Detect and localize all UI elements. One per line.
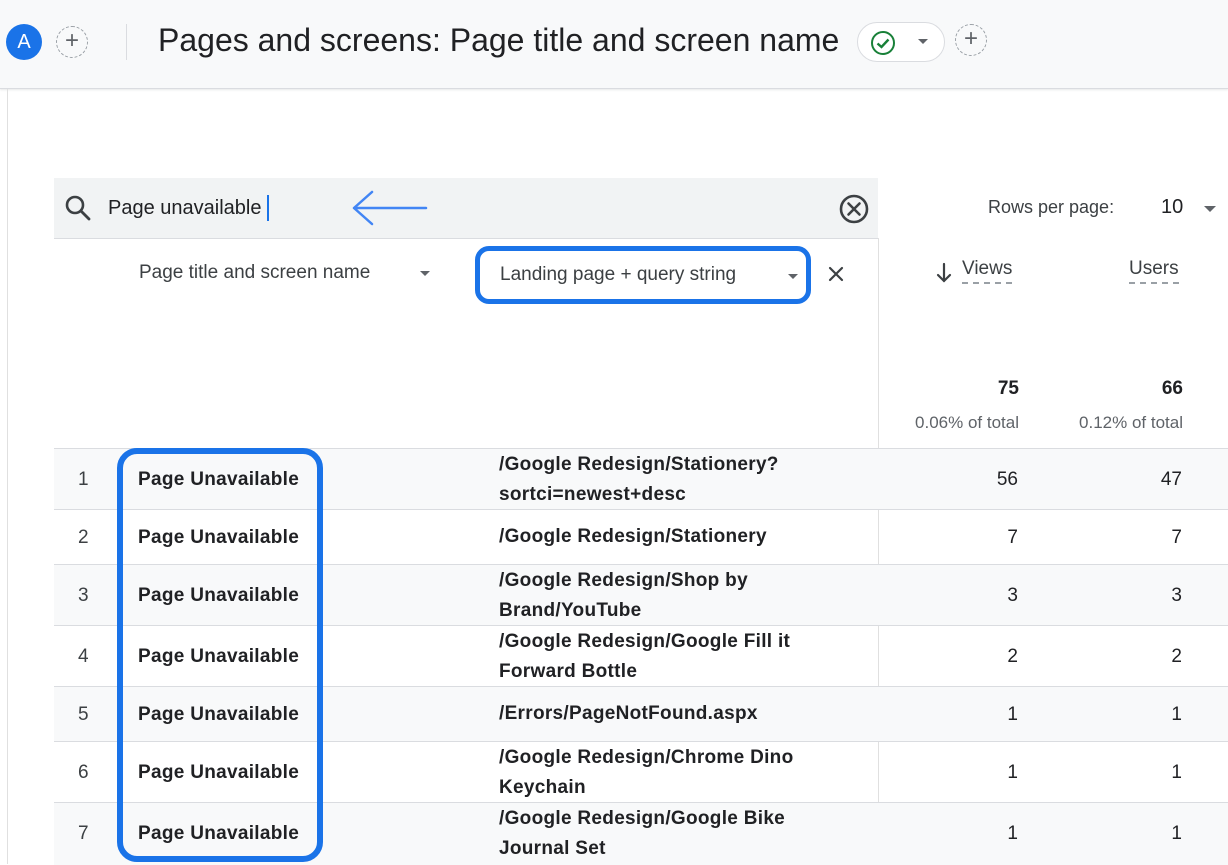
landing-page-cell: /Google Redesign/Google Bike Journal Set (499, 808, 786, 859)
row-index: 5 (78, 704, 89, 725)
chevron-down-icon[interactable] (418, 268, 432, 280)
table-row[interactable]: 1 Page Unavailable /Google Redesign/Stat… (54, 448, 1228, 510)
views-column-header[interactable]: Views (962, 258, 1013, 284)
add-comparison-button[interactable]: + (56, 26, 88, 58)
chevron-down-icon (918, 39, 928, 44)
row-index: 7 (78, 823, 89, 844)
page-title-cell: Page Unavailable (138, 762, 300, 783)
views-total-percent: 0.06% of total (915, 413, 1019, 432)
row-index: 1 (78, 469, 89, 490)
landing-page-cell: /Google Redesign/Shop by Brand/YouTube (499, 570, 748, 621)
page-title-cell: Page Unavailable (138, 469, 300, 490)
close-icon[interactable] (826, 264, 846, 284)
chevron-down-icon (788, 274, 798, 279)
users-cell: 7 (1171, 527, 1182, 548)
rows-per-page-select[interactable]: 10 (1161, 196, 1183, 219)
table-row[interactable]: 4 Page Unavailable /Google Redesign/Goog… (54, 625, 1228, 687)
table-row[interactable]: 7 Page Unavailable /Google Redesign/Goog… (54, 802, 1228, 865)
primary-dimension-header[interactable]: Page title and screen name (139, 262, 370, 284)
landing-page-cell: /Google Redesign/Chrome Dino Keychain (499, 747, 794, 798)
users-cell: 2 (1171, 646, 1182, 667)
secondary-dimension-label: Landing page + query string (500, 264, 737, 285)
landing-page-cell: /Errors/PageNotFound.aspx (499, 703, 758, 724)
users-total-percent: 0.12% of total (1079, 413, 1183, 432)
rows-per-page-label: Rows per page: (988, 197, 1115, 217)
table-row[interactable]: 5 Page Unavailable /Errors/PageNotFound.… (54, 686, 1228, 742)
users-cell: 1 (1171, 823, 1182, 844)
header-divider (126, 24, 127, 60)
views-cell: 7 (1007, 527, 1018, 548)
users-cell: 3 (1171, 585, 1182, 606)
close-circle-icon[interactable] (838, 193, 870, 225)
text-cursor (267, 195, 269, 221)
landing-page-cell: /Google Redesign/Google Fill it Forward … (499, 631, 791, 682)
users-column-header[interactable]: Users (1129, 258, 1179, 284)
table-row[interactable]: 6 Page Unavailable /Google Redesign/Chro… (54, 741, 1228, 803)
views-cell: 56 (996, 469, 1018, 490)
users-cell: 1 (1171, 704, 1182, 725)
views-cell: 1 (1007, 762, 1018, 783)
plus-icon: + (963, 25, 978, 52)
views-cell: 1 (1007, 823, 1018, 844)
arrow-down-icon (936, 262, 952, 283)
views-cell: 1 (1007, 704, 1018, 725)
users-cell: 1 (1171, 762, 1182, 783)
page-title-cell: Page Unavailable (138, 823, 300, 844)
users-total: 66 (1161, 378, 1183, 399)
table-row[interactable]: 3 Page Unavailable /Google Redesign/Shop… (54, 564, 1228, 626)
views-total: 75 (997, 378, 1019, 399)
arrow-left-icon (352, 190, 428, 226)
users-cell: 47 (1160, 469, 1182, 490)
plus-icon: + (64, 27, 79, 54)
row-index: 6 (78, 762, 89, 783)
secondary-dimension-dropdown[interactable]: Landing page + query string (475, 246, 811, 304)
chevron-down-icon[interactable] (1202, 202, 1218, 216)
row-index: 2 (78, 527, 89, 548)
landing-page-cell: /Google Redesign/Stationery (499, 526, 767, 547)
account-avatar[interactable]: A (6, 24, 42, 60)
page-title-cell: Page Unavailable (138, 704, 300, 725)
page-title-cell: Page Unavailable (138, 527, 300, 548)
page-title-cell: Page Unavailable (138, 646, 300, 667)
views-cell: 2 (1007, 646, 1018, 667)
page-title: Pages and screens: Page title and screen… (158, 22, 840, 58)
row-index: 3 (78, 585, 89, 606)
report-status-dropdown[interactable] (857, 22, 945, 62)
add-report-button[interactable]: + (955, 24, 987, 56)
page-title-cell: Page Unavailable (138, 585, 300, 606)
row-index: 4 (78, 646, 89, 667)
landing-page-cell: /Google Redesign/Stationery?sortci=newes… (499, 454, 779, 505)
views-cell: 3 (1007, 585, 1018, 606)
search-icon (65, 195, 91, 221)
left-divider (7, 89, 8, 864)
report-header: A + Pages and screens: Page title and sc… (0, 0, 1228, 89)
table-search (54, 178, 878, 239)
check-circle-icon (871, 31, 895, 55)
table-row[interactable]: 2 Page Unavailable /Google Redesign/Stat… (54, 509, 1228, 565)
